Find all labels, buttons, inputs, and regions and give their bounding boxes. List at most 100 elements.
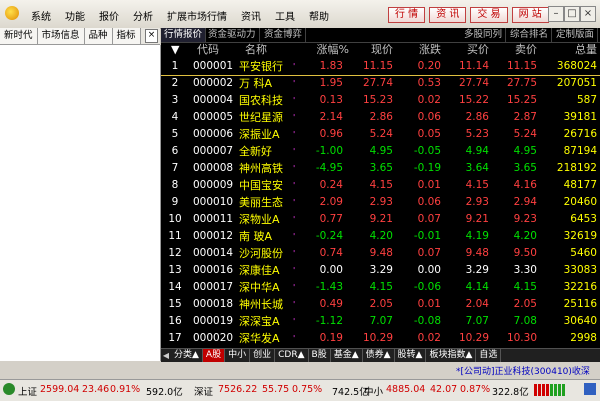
table-row[interactable]: 1 000001 平安银行 1.83 11.15 0.20 11.14 11.15 368024… [161, 58, 600, 76]
change: 0.00 [417, 264, 441, 276]
tab-fund-driver[interactable]: 资金驱动力 [205, 28, 260, 42]
tab-quote-list[interactable]: 行情报价 [161, 28, 207, 42]
menu-analysis[interactable]: 分析 [126, 8, 160, 23]
last-price: 2.86 [369, 111, 393, 123]
tab-custom-layout[interactable]: 定制版面 [553, 28, 599, 42]
tab-ranking[interactable]: 综合排名 [507, 28, 553, 42]
website-button[interactable]: 网 站 [511, 7, 549, 23]
bid-price: 3.29 [465, 264, 489, 276]
flag-mark-icon: ' [293, 283, 296, 292]
table-row[interactable]: 9 000010 美丽生态 2.09 2.93 0.06 2.93 2.94 20460 ' [161, 194, 600, 211]
stock-code: 000017 [193, 281, 234, 293]
quote-button[interactable]: 行 情 [388, 7, 426, 23]
ask-price: 5.24 [513, 128, 537, 140]
col-price[interactable]: 现价 [357, 42, 393, 58]
col-code[interactable]: 代码 [197, 42, 219, 58]
tab-watchlist[interactable]: 自选 [476, 349, 502, 362]
quote-sub-tabs: 行情报价 资金驱动力 资金博弈 多股同列 综合排名 定制版面 [161, 28, 600, 43]
table-row[interactable]: 6 000007 全新好 -1.00 4.95 -0.05 4.94 4.95 87194 ' [161, 143, 600, 160]
tab-bond[interactable]: 债券▲ [363, 349, 395, 362]
tab-category[interactable]: 分类▲ [171, 349, 203, 362]
table-row[interactable]: 2 000002 万 科A 1.95 27.74 0.53 27.74 27.75 207051… [161, 75, 600, 92]
table-row[interactable]: 4 000005 世纪星源 2.14 2.86 0.06 2.86 2.87 39181 ' [161, 109, 600, 126]
minimize-icon[interactable]: – [548, 6, 564, 22]
table-row[interactable]: 16 000019 深深宝A -1.12 7.07 -0.08 7.07 7.08 30640 ' [161, 313, 600, 330]
tab-b-share[interactable]: B股 [309, 349, 331, 362]
table-row[interactable]: 3 000004 国农科技 0.13 15.23 0.02 15.22 15.25 587 ' [161, 92, 600, 109]
menu-system[interactable]: 系统 [24, 8, 58, 23]
menu-help[interactable]: 帮助 [302, 8, 336, 23]
tab-multi-stock[interactable]: 多股同列 [461, 28, 507, 42]
stock-name: 世纪星源 [239, 111, 283, 124]
left-panel-close-icon[interactable]: × [145, 29, 158, 43]
change-percent: 0.13 [319, 94, 343, 106]
volume: 25116 [563, 298, 597, 310]
volume: 39181 [563, 111, 597, 123]
volume: 5460 [570, 247, 597, 259]
table-row[interactable]: 10 000011 深物业A 0.77 9.21 0.07 9.21 9.23 6453 ' [161, 211, 600, 228]
menu-function[interactable]: 功能 [58, 8, 92, 23]
connection-status-icon[interactable] [584, 383, 596, 395]
table-row[interactable]: 8 000009 中国宝安 0.24 4.15 0.01 4.15 4.16 48177 ' [161, 177, 600, 194]
table-header: ▼ 代码 名称 涨幅% 现价 涨跌 买价 卖价 总量 [161, 42, 600, 58]
menu-tools[interactable]: 工具 [268, 8, 302, 23]
last-price: 27.74 [362, 77, 393, 89]
col-pct[interactable]: 涨幅% [303, 42, 349, 58]
ask-price: 10.30 [506, 332, 537, 344]
volume: 32216 [563, 281, 597, 293]
change: 0.06 [417, 196, 441, 208]
col-change[interactable]: 涨跌 [409, 42, 441, 58]
col-bid[interactable]: 买价 [457, 42, 489, 58]
trade-button[interactable]: 交 易 [470, 7, 508, 23]
close-icon[interactable]: × [580, 6, 596, 22]
tab-cdr[interactable]: CDR▲ [275, 349, 309, 362]
last-price: 4.15 [369, 281, 393, 293]
table-row[interactable]: 11 000012 南 玻A -0.24 4.20 -0.01 4.19 4.20 32619 ' [161, 228, 600, 245]
col-name[interactable]: 名称 [245, 42, 267, 58]
volume: 2998 [570, 332, 597, 344]
row-index: 10 [168, 213, 182, 225]
table-row[interactable]: 7 000008 神州高铁 -4.95 3.65 -0.19 3.64 3.65 218192 ' [161, 160, 600, 177]
tab-new-era[interactable]: 新时代 [0, 28, 38, 44]
sme-index[interactable]: 4885.04 [386, 384, 425, 395]
last-price: 2.93 [369, 196, 393, 208]
stock-name: 深华发A [239, 332, 280, 345]
tab-fund[interactable]: 基金▲ [331, 349, 363, 362]
tab-a-share[interactable]: A股 [202, 349, 226, 362]
menu-extended-market[interactable]: 扩展市场行情 [160, 8, 234, 23]
table-row[interactable]: 15 000018 神州长城 0.49 2.05 0.01 2.04 2.05 25116 ' [161, 296, 600, 313]
stock-name: 万 科A [239, 77, 273, 90]
tab-market-info[interactable]: 市场信息 [37, 28, 85, 44]
ticker-text[interactable]: *[公司动]正业科技(300410)收深 [456, 364, 590, 377]
change-percent: 0.19 [319, 332, 343, 344]
change-percent: -1.00 [315, 145, 343, 157]
col-ask[interactable]: 卖价 [505, 42, 537, 58]
maximize-icon[interactable]: □ [564, 6, 580, 22]
news-button[interactable]: 资 讯 [429, 7, 467, 23]
table-row[interactable]: 13 000016 深康佳A 0.00 3.29 0.00 3.29 3.30 33083 ' [161, 262, 600, 279]
tab-gem[interactable]: 创业 [250, 349, 276, 362]
sz-index[interactable]: 7526.22 [218, 384, 257, 395]
menu-quote[interactable]: 报价 [92, 8, 126, 23]
tab-scroll-left-icon[interactable]: ◀ [161, 351, 171, 360]
tab-fund-game[interactable]: 资金博弈 [261, 28, 307, 42]
menu-news[interactable]: 资讯 [234, 8, 268, 23]
tab-indicator[interactable]: 指标 [112, 28, 141, 44]
change-percent: -1.43 [315, 281, 343, 293]
table-row[interactable]: 17 000020 深华发A 0.19 10.29 0.02 10.29 10.30 2998 ' [161, 330, 600, 347]
tab-variety[interactable]: 品种 [84, 28, 113, 44]
sort-arrow-icon[interactable]: ▼ [171, 42, 179, 58]
sme-amount: 322.8亿 [492, 387, 529, 398]
volume: 87194 [563, 145, 597, 157]
table-row[interactable]: 12 000014 沙河股份 0.74 9.48 0.07 9.48 9.50 5460 ' [161, 245, 600, 262]
tab-otc[interactable]: 股转▲ [395, 349, 427, 362]
tab-sme[interactable]: 中小 [225, 349, 251, 362]
tab-sector-index[interactable]: 板块指数▲ [426, 349, 477, 362]
sh-change: 23.46 [82, 384, 110, 395]
table-row[interactable]: 5 000006 深振业A 0.96 5.24 0.05 5.23 5.24 26716 ' [161, 126, 600, 143]
table-row[interactable]: 14 000017 深中华A -1.43 4.15 -0.06 4.14 4.15 32216 ' [161, 279, 600, 296]
ask-price: 4.95 [513, 145, 537, 157]
ask-price: 2.94 [513, 196, 537, 208]
col-volume[interactable]: 总量 [561, 42, 597, 58]
sh-index[interactable]: 2599.04 [40, 384, 79, 395]
